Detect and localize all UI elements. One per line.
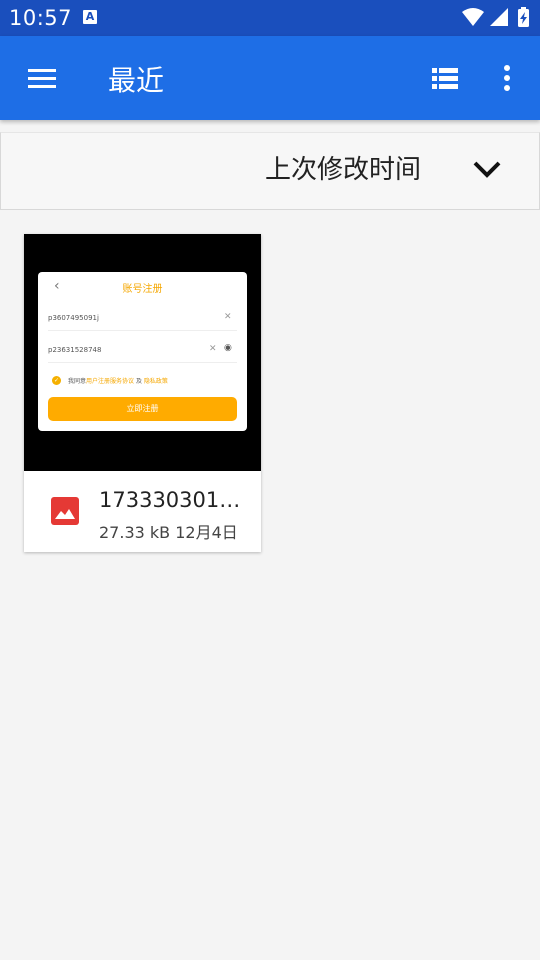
app-bar: 最近 (0, 36, 540, 120)
thumbnail-agreement: 我同意用户注册服务协议 及 隐私政策 (68, 376, 168, 385)
agree-link-privacy: 隐私政策 (143, 378, 168, 385)
clear-icon: ✕ (224, 312, 232, 322)
divider (48, 362, 237, 363)
file-name: 173330301… (99, 488, 241, 512)
sort-label: 上次修改时间 (265, 155, 422, 185)
notification-a-icon: A (83, 10, 97, 24)
chevron-down-icon[interactable] (471, 153, 503, 185)
check-icon: ✓ (52, 376, 61, 385)
file-meta: 27.33 kB 12月4日 (99, 519, 238, 543)
status-bar: 10:57 A (0, 0, 540, 36)
file-thumbnail: ‹ 账号注册 p3607495091j ✕ p23631528748 ✕ ◉ ✓… (24, 234, 261, 471)
thumbnail-field-2: p23631528748 (48, 346, 102, 354)
page-title: 最近 (108, 64, 165, 97)
agree-prefix: 我同意 (68, 378, 87, 385)
thumbnail-title: 账号注册 (122, 284, 163, 295)
agree-link-terms: 用户注册服务协议 (86, 378, 135, 385)
clear-icon: ✕ (209, 344, 217, 354)
file-date: 12月4日 (175, 523, 238, 542)
wifi-icon (462, 8, 484, 26)
list-view-icon[interactable] (430, 66, 460, 92)
status-icons (462, 7, 529, 27)
divider (48, 330, 237, 331)
sort-bar[interactable]: 上次修改时间 (0, 132, 540, 210)
more-vert-icon[interactable] (497, 60, 517, 96)
thumbnail-dialog: ‹ 账号注册 p3607495091j ✕ p23631528748 ✕ ◉ ✓… (38, 272, 247, 431)
thumbnail-field-1: p3607495091j (48, 314, 99, 322)
signal-icon (490, 8, 508, 26)
file-card[interactable]: ‹ 账号注册 p3607495091j ✕ p23631528748 ✕ ◉ ✓… (24, 234, 261, 552)
file-size: 27.33 kB (99, 523, 171, 542)
thumbnail-register-button: 立即注册 (48, 397, 237, 421)
status-time: 10:57 (9, 6, 73, 30)
hamburger-menu-icon[interactable] (24, 62, 60, 94)
battery-charging-icon (518, 7, 529, 27)
image-file-icon (51, 497, 79, 525)
agree-mid: 及 (134, 378, 144, 385)
eye-icon: ◉ (224, 343, 232, 353)
